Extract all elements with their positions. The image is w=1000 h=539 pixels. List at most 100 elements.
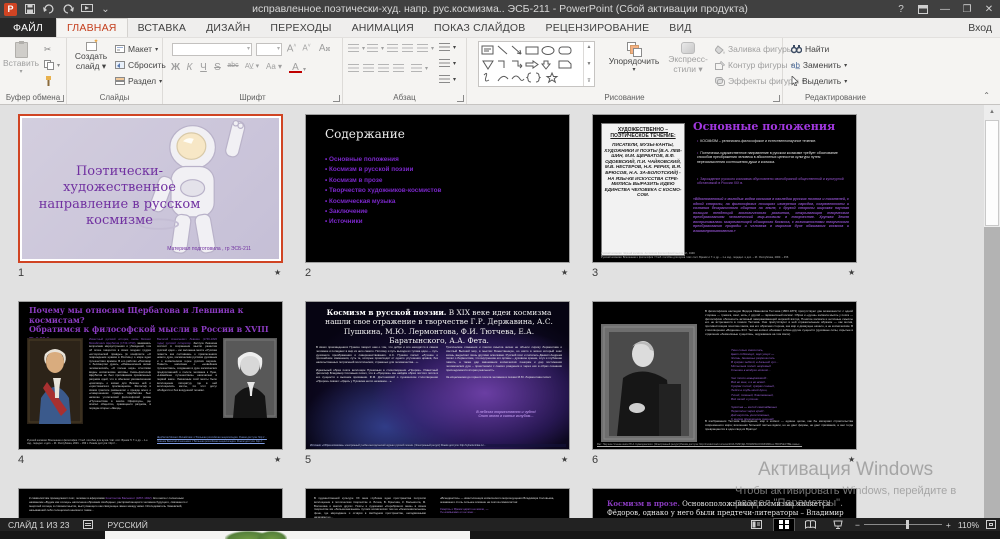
font-dialog-launcher[interactable] (333, 95, 340, 102)
decrease-indent-button[interactable] (387, 44, 398, 52)
slide8-col1: В художественной культуре XX века глубок… (314, 497, 426, 518)
shapes-gallery-scroll[interactable]: ▲▼⊽ (583, 42, 594, 86)
scrollbar-track[interactable] (984, 227, 1000, 518)
language-indicator[interactable]: РУССКИЙ (107, 520, 147, 530)
zoom-slider[interactable] (864, 524, 942, 525)
fit-to-window-button[interactable] (986, 520, 996, 529)
shape-outline-button[interactable]: Контур фигуры▾ (715, 60, 793, 70)
tab-animations[interactable]: АНИМАЦИЯ (342, 18, 424, 37)
strikethrough-button[interactable]: S (211, 62, 224, 73)
line-spacing-button[interactable]: ▾ (417, 44, 434, 52)
new-slide-button[interactable]: Создать слайд ▾ (70, 42, 112, 72)
replace-button[interactable]: ab̲Заменить▾ (791, 60, 847, 70)
tab-insert[interactable]: ВСТАВКА (128, 18, 196, 37)
align-left-button[interactable] (348, 64, 359, 72)
bullets-button[interactable]: ▾ (348, 44, 365, 52)
powerpoint-app-icon[interactable]: P (4, 3, 17, 16)
redo-icon[interactable] (61, 3, 74, 15)
restore-button[interactable]: ❐ (956, 0, 978, 18)
align-center-button[interactable] (363, 64, 374, 72)
font-name-combo[interactable] (172, 43, 252, 56)
reset-button[interactable]: Сбросить (115, 60, 166, 70)
minimize-button[interactable]: — (934, 0, 956, 18)
vertical-scrollbar[interactable]: ▲ (984, 105, 1000, 518)
scrollbar-thumb[interactable] (985, 120, 999, 226)
slide6-footnote-link[interactable]: Фет: Научное Чтение книги Ю.А. Кувалдинс… (597, 443, 853, 446)
grow-font-button[interactable]: А˄ (285, 43, 298, 54)
paste-icon (15, 42, 28, 58)
ribbon-display-options-button[interactable] (912, 0, 934, 18)
slideshow-view-button[interactable] (828, 519, 848, 531)
tab-file[interactable]: ФАЙЛ (0, 18, 56, 37)
columns-button[interactable]: ▾ (411, 64, 428, 72)
slide-thumbnail-9[interactable]: Космизм в прозе. Основоположником космиз… (592, 488, 857, 518)
italic-button[interactable]: К (183, 62, 196, 73)
justify-icon (393, 64, 404, 72)
notes-button[interactable] (83, 520, 93, 529)
section-button[interactable]: Раздел▾ (115, 76, 162, 86)
scroll-up-arrow[interactable]: ▲ (984, 105, 1000, 119)
layout-button[interactable]: Макет▾ (115, 44, 158, 54)
drawing-dialog-launcher[interactable] (773, 95, 780, 102)
numbering-button[interactable]: ▾ (367, 44, 384, 52)
slide8-col2: «Всеединство» — квинтэссенция космическо… (440, 497, 558, 515)
slide-thumbnail-6[interactable]: В философском наследии Фёдора Ивановича … (592, 301, 857, 450)
paste-button[interactable]: Вставить▾ (2, 42, 40, 75)
shrink-font-button[interactable]: А˅ (300, 43, 313, 53)
slide-thumbnail-5[interactable]: Космизм в русской поэзии. В XIX веке иде… (305, 301, 570, 450)
undo-icon[interactable] (42, 3, 55, 15)
font-size-combo[interactable] (256, 43, 282, 56)
format-painter-button[interactable] (44, 76, 54, 86)
character-spacing-button[interactable]: AV̲ ▾ (243, 62, 261, 70)
slide-sorter-view-button[interactable] (774, 519, 794, 531)
customize-qat-icon[interactable]: ⌄ (99, 3, 112, 15)
start-slideshow-icon[interactable] (80, 3, 93, 15)
find-button[interactable]: Найти (791, 44, 829, 54)
zoom-level[interactable]: 110% (958, 520, 979, 530)
bold-button[interactable]: Ж (169, 62, 182, 73)
clear-formatting-button[interactable]: А𝄪 (318, 43, 331, 54)
clipboard-dialog-launcher[interactable] (57, 95, 64, 102)
justify-button[interactable] (393, 64, 404, 72)
sign-in-link[interactable]: Вход (968, 18, 992, 38)
tab-view[interactable]: ВИД (659, 18, 701, 37)
slide4-footnote-links[interactable]: Щербатов Михаил Михайлович // Большая ро… (157, 436, 277, 443)
font-color-button[interactable]: А (289, 62, 302, 73)
help-button[interactable]: ? (890, 0, 912, 18)
zoom-in-button[interactable]: + (946, 520, 951, 530)
slide-thumbnail-7[interactable]: К символистам принадлежит поэт, человек … (18, 488, 283, 518)
tab-design[interactable]: ДИЗАЙН (196, 18, 260, 37)
text-direction-button[interactable]: ▾ (439, 43, 456, 51)
underline-button[interactable]: Ч (197, 62, 210, 73)
zoom-out-button[interactable]: − (855, 520, 860, 530)
reading-view-button[interactable] (801, 519, 821, 531)
cut-button[interactable]: ✂ (44, 44, 51, 55)
normal-view-button[interactable] (747, 519, 767, 531)
align-right-button[interactable] (378, 64, 389, 72)
increase-indent-button[interactable] (402, 44, 413, 52)
slide-thumbnail-3[interactable]: ХУДОЖЕСТВЕННО – ПОЭТИЧЕСКОЕ ТЕЧЕНИЕ: ПИС… (592, 114, 857, 263)
convert-smartart-button[interactable]: ▾ (439, 75, 456, 83)
change-case-button[interactable]: Aa ▾ (265, 62, 283, 71)
zoom-slider-thumb[interactable] (906, 520, 909, 529)
quick-styles-button[interactable]: Экспресс- стили ▾ (665, 42, 711, 75)
slide-thumbnail-2[interactable]: Содержание • Основные положения • Космиз… (305, 114, 570, 263)
shapes-gallery[interactable]: ▲▼⊽ (478, 41, 595, 87)
save-icon[interactable] (23, 3, 36, 15)
tab-home[interactable]: ГЛАВНАЯ (56, 18, 128, 37)
tab-review[interactable]: РЕЦЕНЗИРОВАНИЕ (536, 18, 660, 37)
select-button[interactable]: Выделить▾ (791, 76, 847, 86)
slide-thumbnail-8[interactable]: В художественной культуре XX века глубок… (305, 488, 570, 518)
slide-thumbnail-1[interactable]: Поэтически-художественное направление в … (18, 114, 283, 263)
arrange-button[interactable]: Упорядочить▾ (605, 42, 663, 73)
plant-image (257, 531, 287, 539)
text-shadow-button[interactable]: abc (225, 62, 241, 69)
slide-thumbnail-4[interactable]: Почему мы относим Щербатова и Левшина к … (18, 301, 283, 450)
tab-transitions[interactable]: ПЕРЕХОДЫ (260, 18, 341, 37)
collapse-ribbon-button[interactable]: ⌃ (983, 91, 990, 100)
align-text-button[interactable]: ▾ (439, 59, 456, 67)
close-button[interactable]: ✕ (978, 0, 1000, 18)
copy-button[interactable]: ▾ (44, 60, 60, 70)
paragraph-dialog-launcher[interactable] (457, 95, 464, 102)
tab-slideshow[interactable]: ПОКАЗ СЛАЙДОВ (424, 18, 536, 37)
